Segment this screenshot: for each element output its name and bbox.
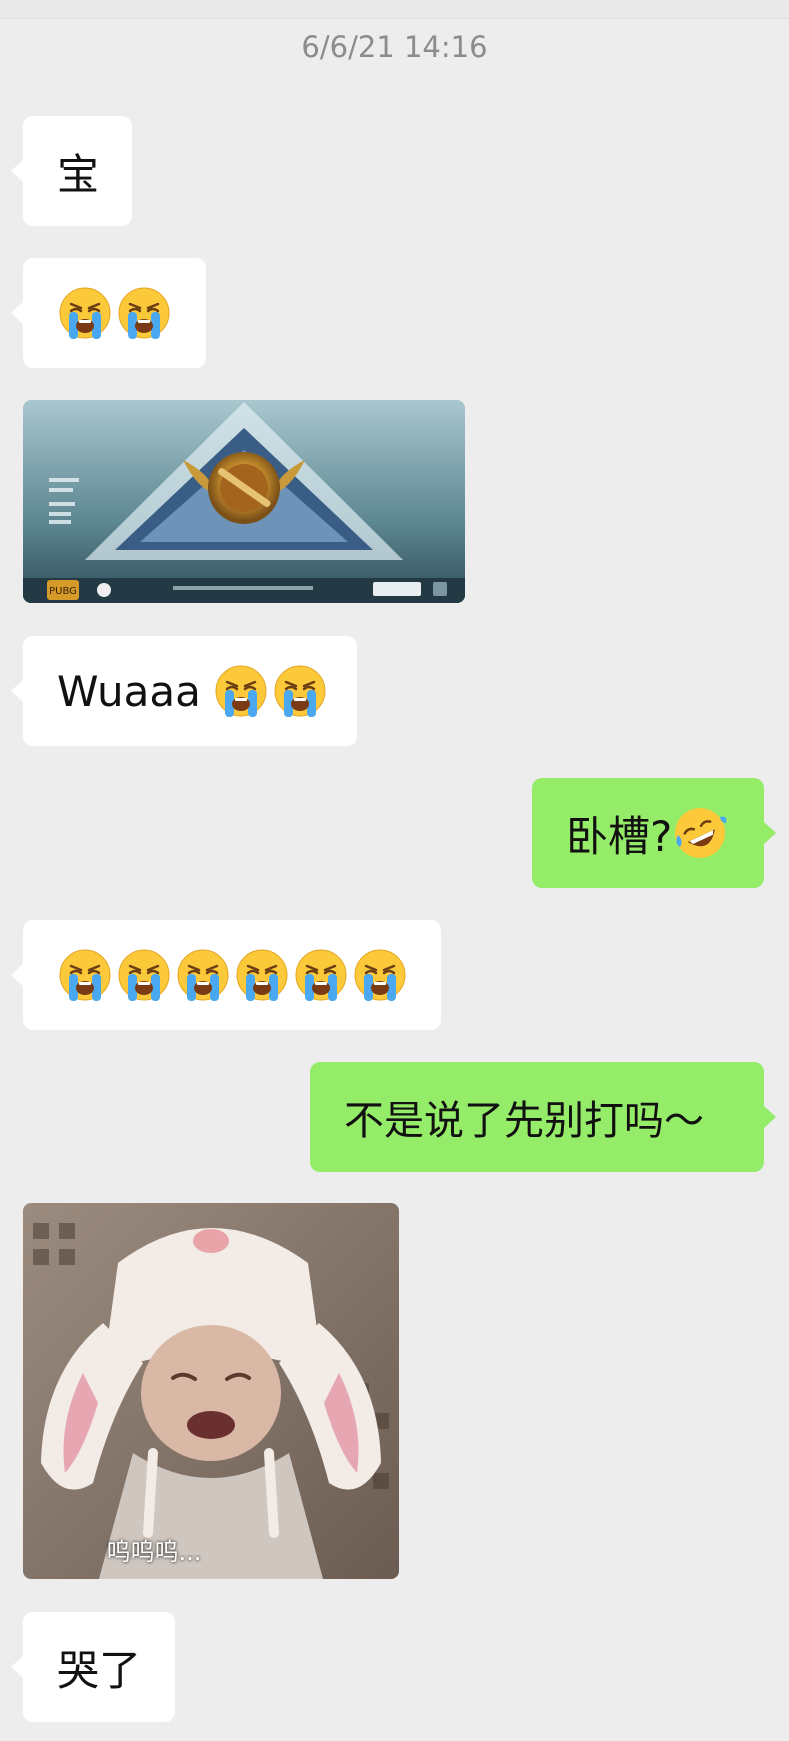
pubg-logo-text: PUBG bbox=[49, 586, 77, 597]
bubble-tail bbox=[764, 1106, 776, 1128]
bubble-tail bbox=[11, 302, 23, 324]
crying-child-bunny-hat-graphic bbox=[23, 1203, 399, 1579]
message-timestamp: 6/6/21 14:16 bbox=[301, 30, 488, 64]
bubble-tail bbox=[11, 1656, 23, 1678]
message-bubble-incoming[interactable]: 哭了 bbox=[23, 1612, 175, 1722]
game-screenshot-graphic: PUBG bbox=[23, 400, 465, 603]
message-text: 宝 bbox=[57, 149, 100, 199]
bubble-tail bbox=[764, 822, 776, 844]
loudly-crying-face-icon bbox=[116, 285, 172, 341]
loudly-crying-face-icon bbox=[272, 663, 328, 719]
message-bubble-incoming[interactable]: 宝 bbox=[23, 116, 132, 226]
message-text: Wuaaa bbox=[57, 666, 201, 716]
loudly-crying-face-icon bbox=[175, 947, 231, 1003]
message-text: 不是说了先别打吗～ bbox=[344, 1098, 704, 1144]
loudly-crying-face-icon bbox=[57, 285, 113, 341]
message-text: 哭了 bbox=[57, 1645, 142, 1695]
bubble-tail bbox=[11, 160, 23, 182]
message-bubble-outgoing[interactable]: 卧槽? bbox=[532, 778, 764, 888]
loudly-crying-face-icon bbox=[116, 947, 172, 1003]
loudly-crying-face-icon bbox=[57, 947, 113, 1003]
loudly-crying-face-icon bbox=[293, 947, 349, 1003]
sticker-caption: 呜呜呜... bbox=[106, 1538, 202, 1566]
game-screenshot-image[interactable]: PUBG bbox=[23, 400, 465, 603]
message-bubble-incoming[interactable]: Wuaaa bbox=[23, 636, 357, 746]
loudly-crying-face-icon bbox=[213, 663, 269, 719]
bubble-tail bbox=[11, 964, 23, 986]
loudly-crying-face-icon bbox=[234, 947, 290, 1003]
message-bubble-incoming[interactable] bbox=[23, 920, 441, 1030]
sticker-image[interactable]: 呜呜呜... bbox=[23, 1203, 399, 1579]
loudly-crying-face-icon bbox=[352, 947, 408, 1003]
message-bubble-incoming[interactable] bbox=[23, 258, 206, 368]
message-bubble-outgoing[interactable]: 不是说了先别打吗～ bbox=[310, 1062, 764, 1172]
message-text: 卧槽? bbox=[566, 811, 673, 861]
status-strip bbox=[0, 0, 789, 19]
bubble-tail bbox=[11, 680, 23, 702]
rolling-on-floor-laughing-icon bbox=[672, 805, 728, 861]
